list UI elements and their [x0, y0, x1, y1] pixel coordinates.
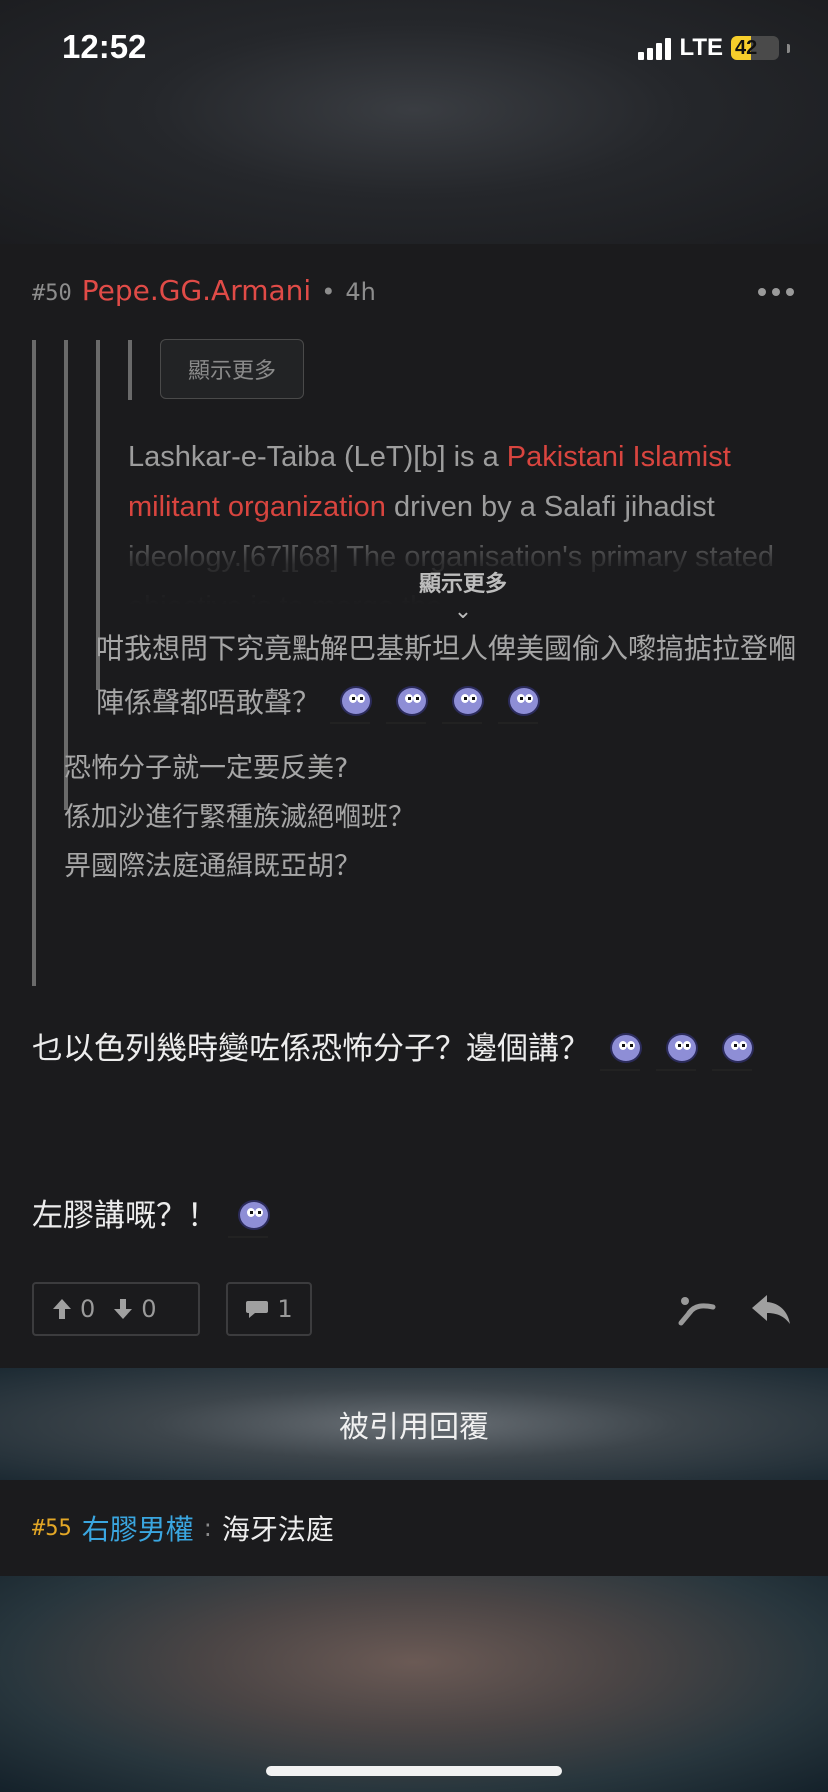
- comment-count: 1: [277, 1295, 293, 1323]
- quote-icon[interactable]: [672, 1284, 722, 1334]
- lomore-emoji-icon: [328, 684, 376, 724]
- quoted-replies-header: 被引用回覆: [0, 1368, 828, 1480]
- home-indicator[interactable]: [266, 1766, 562, 1776]
- post-header: #50 Pepe.GG.Armani • 4h: [32, 274, 376, 307]
- lomore-emoji-icon: [598, 1031, 646, 1071]
- upvote-count: 0: [80, 1295, 96, 1323]
- status-indicators: LTE 42: [638, 34, 790, 62]
- comments-button[interactable]: 1: [226, 1282, 312, 1336]
- reply-number: #55: [32, 1515, 72, 1541]
- reply-text: 海牙法庭: [221, 1513, 334, 1546]
- downvote-button[interactable]: 0: [113, 1295, 157, 1323]
- expand-label: 顯示更多: [418, 572, 507, 597]
- downvote-count: 0: [141, 1295, 157, 1323]
- status-bar-area: 12:52 LTE 42: [0, 0, 828, 244]
- post-author[interactable]: Pepe.GG.Armani: [82, 274, 311, 307]
- lomore-emoji-icon: [440, 684, 488, 724]
- quote-level1-text: 恐怖分子就一定要反美? 係加沙進行緊種族滅絕嗰班？ 畀國際法庭通緝既亞胡？: [64, 753, 415, 882]
- reply-separator: :: [203, 1514, 212, 1542]
- bottom-backdrop: [0, 1576, 828, 1792]
- status-time: 12:52: [62, 28, 147, 65]
- arrow-down-icon: [114, 1299, 133, 1319]
- post-body-line2: 左膠講嘅？！: [32, 1190, 274, 1238]
- lomore-emoji-icon: [710, 1031, 758, 1071]
- more-options-icon[interactable]: [758, 288, 794, 296]
- lomore-emoji-icon: [226, 1198, 274, 1238]
- signal-icon: [638, 36, 672, 60]
- lomore-emoji-icon: [384, 684, 432, 724]
- expand-quote-button[interactable]: 顯示更多 ⌄: [128, 572, 798, 623]
- lomore-emoji-icon: [496, 684, 544, 724]
- arrow-up-icon: [53, 1299, 71, 1319]
- post-age: 4h: [345, 278, 376, 306]
- battery-level: 42: [735, 36, 758, 59]
- post-body: 乜以色列幾時變咗係恐怖分子？邊個講？: [32, 1020, 802, 1078]
- quote-bar-level1: [32, 340, 36, 986]
- lomore-emoji-icon: [654, 1031, 702, 1071]
- reply-icon[interactable]: [746, 1284, 796, 1334]
- show-more-button[interactable]: 顯示更多: [160, 339, 304, 399]
- post-separator: •: [321, 278, 336, 306]
- battery-icon: 42: [731, 36, 779, 60]
- vote-box: 0 0: [32, 1282, 200, 1336]
- post: #50 Pepe.GG.Armani • 4h 顯示更多 Lashkar-e-T…: [0, 244, 828, 1368]
- network-label: LTE: [679, 34, 723, 61]
- post-number: #50: [32, 281, 72, 306]
- chevron-down-icon: ⌄: [453, 599, 473, 624]
- comment-icon: [246, 1301, 269, 1318]
- quote-level2-text: 咁我想問下究竟點解巴基斯坦人俾美國偷入嚟搞掂拉登嗰陣係聲都唔敢聲？: [96, 622, 796, 730]
- reply-author[interactable]: 右膠男權: [82, 1508, 194, 1548]
- quote-bar-level2: [64, 340, 68, 810]
- quote-bar-level4: [128, 340, 132, 400]
- upvote-button[interactable]: 0: [52, 1295, 95, 1323]
- quoted-reply-item[interactable]: #55 右膠男權 : 海牙法庭: [0, 1480, 828, 1576]
